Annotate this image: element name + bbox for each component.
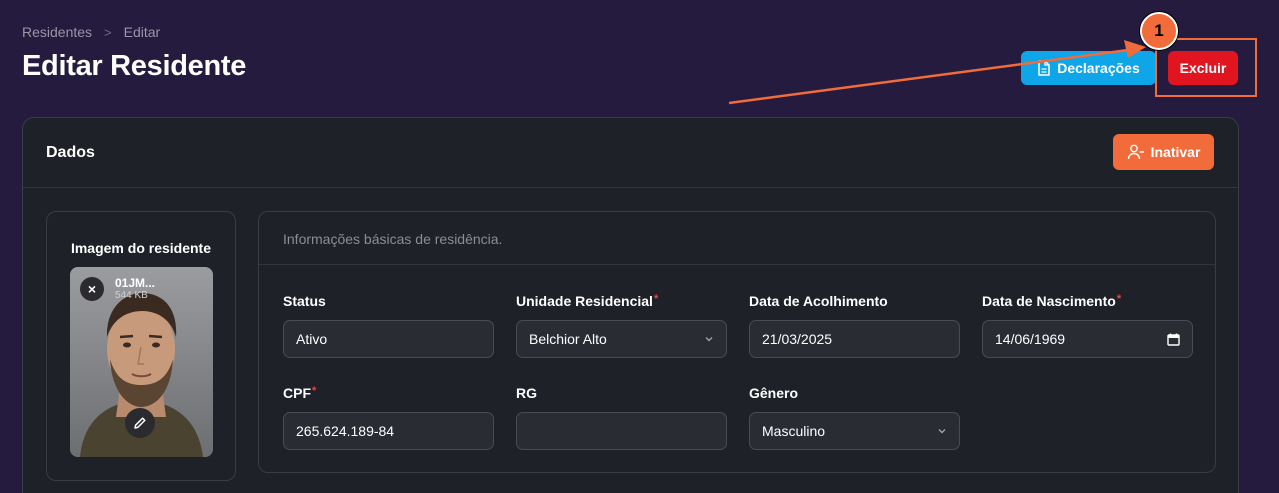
- genero-label: Gênero: [749, 385, 799, 401]
- calendar-icon[interactable]: [1167, 333, 1180, 346]
- resident-photo[interactable]: × 01JM... 544 KB: [70, 267, 213, 457]
- remove-photo-button[interactable]: ×: [80, 277, 104, 301]
- chevron-down-icon: [705, 337, 713, 342]
- unidade-select[interactable]: Belchior Alto: [516, 320, 727, 358]
- inativar-label: Inativar: [1150, 144, 1201, 160]
- basic-info-panel: Informações básicas de residência. Statu…: [258, 211, 1216, 473]
- status-field[interactable]: Ativo: [283, 320, 494, 358]
- annotation-step-marker: 1: [1140, 12, 1178, 50]
- photo-panel: Imagem do residente × 01JM... 544 KB: [46, 211, 236, 481]
- rg-label: RG: [516, 385, 537, 401]
- edit-photo-button[interactable]: [125, 408, 155, 438]
- user-minus-icon: [1127, 144, 1144, 160]
- inativar-button[interactable]: Inativar: [1113, 134, 1214, 170]
- annotation-highlight-box: [1155, 38, 1257, 97]
- card-title: Dados: [46, 144, 95, 161]
- genero-select[interactable]: Masculino: [749, 412, 960, 450]
- pencil-icon: [134, 417, 146, 429]
- nascimento-date-input[interactable]: 14/06/1969: [982, 320, 1193, 358]
- acolhimento-field[interactable]: 21/03/2025: [749, 320, 960, 358]
- cpf-label: CPF*: [283, 385, 317, 401]
- document-icon: [1038, 60, 1050, 76]
- photo-label: Imagem do residente: [70, 240, 212, 256]
- breadcrumb-current: Editar: [123, 24, 161, 40]
- breadcrumb: Residentes > Editar: [22, 24, 160, 40]
- unidade-label: Unidade Residencial*: [516, 293, 659, 309]
- declaracoes-label: Declarações: [1057, 60, 1140, 76]
- cpf-field[interactable]: 265.624.189-84: [283, 412, 494, 450]
- dados-card: Dados Inativar Imagem do residente × 01J…: [22, 117, 1239, 493]
- photo-filename: 01JM...: [115, 276, 156, 290]
- acolhimento-label: Data de Acolhimento: [749, 293, 888, 309]
- chevron-down-icon: [938, 429, 946, 434]
- breadcrumb-separator: >: [104, 24, 112, 40]
- status-label: Status: [283, 293, 326, 309]
- breadcrumb-link-residentes[interactable]: Residentes: [22, 24, 92, 40]
- panel-divider: [259, 264, 1215, 265]
- photo-filesize: 544 KB: [115, 290, 148, 301]
- rg-field[interactable]: [516, 412, 727, 450]
- card-header: Dados Inativar: [23, 118, 1238, 188]
- page-title: Editar Residente: [22, 50, 247, 82]
- nascimento-label: Data de Nascimento*: [982, 293, 1122, 309]
- declaracoes-button[interactable]: Declarações: [1021, 51, 1156, 85]
- panel-description: Informações básicas de residência.: [283, 231, 503, 247]
